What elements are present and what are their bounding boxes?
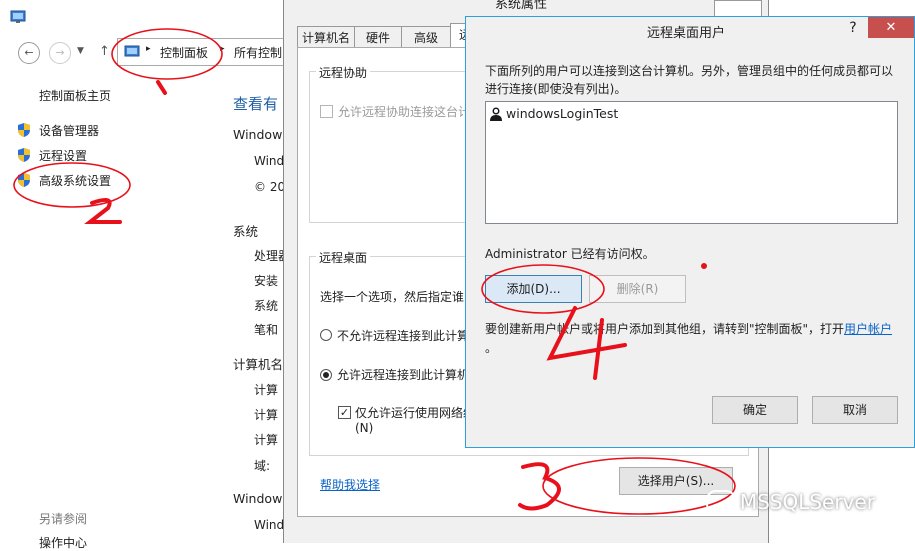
watermark-text: MSSQLServer bbox=[739, 490, 875, 514]
annotation-circle-2 bbox=[13, 162, 131, 208]
annotation-digit-1 bbox=[156, 80, 167, 95]
annotation-dot bbox=[701, 263, 707, 269]
annotation-digit-3 bbox=[518, 462, 561, 511]
annotation-circle-1 bbox=[111, 28, 223, 80]
watermark: MSSQLServer bbox=[706, 490, 875, 514]
annotation-circle-4 bbox=[481, 264, 605, 314]
annotation-digit-4 bbox=[546, 306, 627, 380]
red-annotation-overlay bbox=[13, 28, 736, 515]
wechat-icon bbox=[706, 490, 736, 514]
